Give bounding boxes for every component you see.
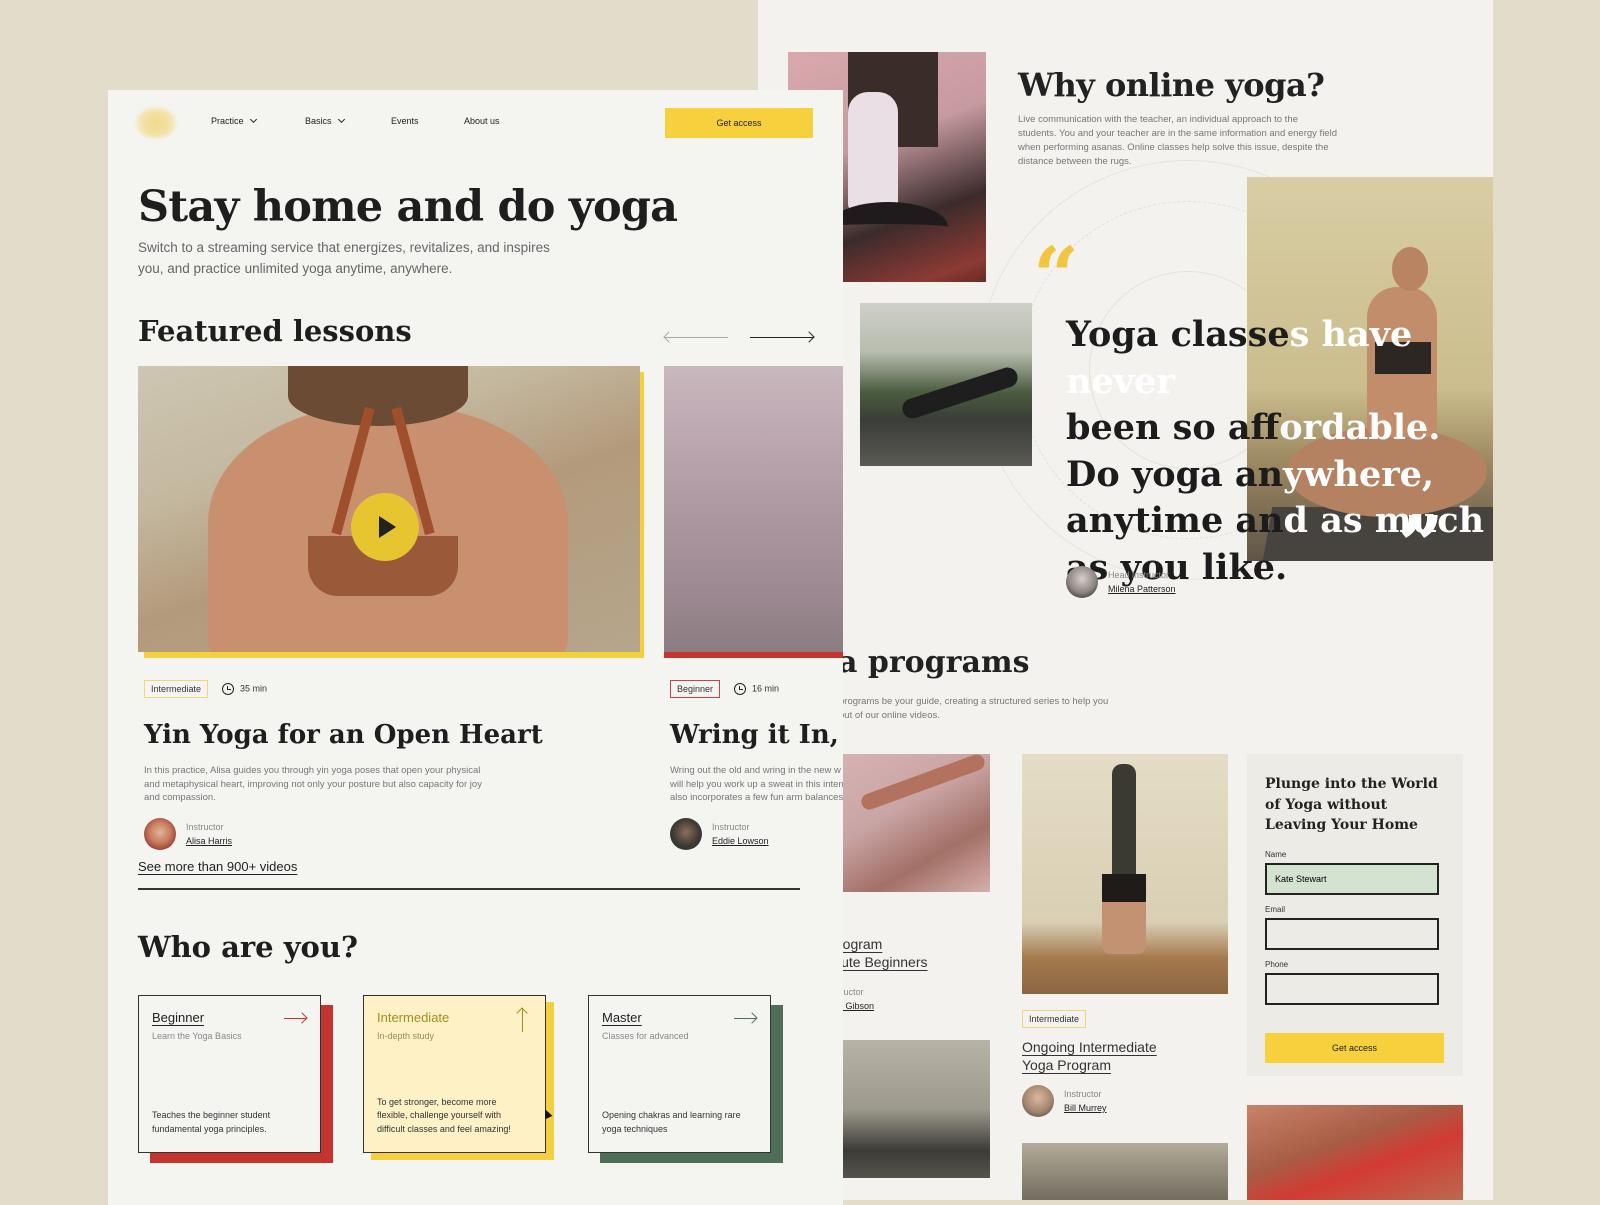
program-photo[interactable] [838,1040,990,1178]
program-photo[interactable] [1247,1105,1463,1200]
name-label: Name [1265,849,1287,859]
program-photo[interactable] [1022,1143,1228,1200]
arrow-right-icon [284,1012,308,1024]
avatar [1066,566,1098,598]
level-card-beginner[interactable]: Beginner Learn the Yoga Basics Teaches t… [138,995,321,1153]
quote-line: been so affordable. [1066,407,1441,448]
lesson-video-thumbnail[interactable] [664,366,843,652]
nav-label: About us [464,116,500,126]
duration: 35 min [222,683,267,695]
arrow-left-icon [663,331,675,343]
programs-title: a programs [838,645,1030,680]
why-online-yoga-title: Why online yoga? [1018,66,1325,104]
lesson-meta: Beginner 16 min [670,680,779,698]
nav-about-us[interactable]: About us [464,116,500,126]
instructor-label: Instructor [1064,1089,1102,1099]
carousel-prev-button[interactable] [663,331,728,344]
get-access-button[interactable]: Get access [665,108,813,138]
quote-line: Yoga classes have never [1066,314,1413,402]
hero-subtitle: Switch to a streaming service that energ… [138,240,550,276]
avatar [1022,1085,1054,1117]
instructor-link[interactable]: Alisa Harris [186,834,232,848]
level-badge: Intermediate [144,680,209,698]
signup-form: Plunge into the World of Yoga without Le… [1247,754,1463,1076]
lesson-title[interactable]: Yin Yoga for an Open Heart [144,720,543,750]
instructor-link[interactable]: Eddie Lowson [712,834,769,848]
form-title: Plunge into the World of Yoga without Le… [1265,776,1438,833]
lesson-video-thumbnail[interactable] [138,366,640,652]
program-link[interactable]: rogram lute Beginners [838,935,928,971]
program-link[interactable]: Ongoing Intermediate Yoga Program [1022,1038,1157,1074]
hero-title: Stay home and do yoga [138,182,678,232]
program-instructor: Instructor Bill Murrey [1022,1085,1107,1117]
lesson-title[interactable]: Wring it In, Wr [670,720,843,750]
lesson-meta: Intermediate 35 min [144,680,267,698]
nav-events[interactable]: Events [391,116,464,126]
who-are-you-title: Who are you? [138,930,358,964]
nav-basics[interactable]: Basics [305,115,391,126]
card-subtitle: Learn the Yoga Basics [152,1031,242,1041]
card-subtitle: In-depth study [377,1031,435,1041]
programs-text: programs be your guide, creating a struc… [839,696,1109,721]
quote-close-icon: ” [1398,498,1445,592]
instructor-link[interactable]: n Gibson [838,999,874,1013]
instructor-link[interactable]: Bill Murrey [1064,1101,1107,1115]
avatar [670,818,702,850]
featured-lessons-title: Featured lessons [138,314,412,348]
nav-label: Basics [305,116,332,126]
carousel-next-button[interactable] [750,331,815,344]
instructor-link[interactable]: Milena Patterson [1108,582,1176,596]
nav-practice[interactable]: Practice [211,115,305,126]
see-more-videos-link[interactable]: See more than 900+ videos [138,859,297,874]
why-online-yoga-text: Live communication with the teacher, an … [1018,114,1337,167]
instructor-label: tructor [838,987,864,997]
play-icon[interactable] [351,493,419,561]
instructor-label: Head instructor [1108,570,1170,580]
clock-icon [222,683,235,695]
quote-line: Do yoga anywhere, [1066,453,1435,495]
nav-label: Practice [211,116,244,126]
program-photo[interactable] [838,754,990,892]
front-page: Practice Basics Events About us Get acce… [108,90,843,1205]
phone-label: Phone [1265,959,1289,969]
quote-open-icon: “ [1033,229,1080,323]
card-title: Intermediate [377,1010,450,1025]
name-field[interactable] [1265,862,1439,895]
form-get-access-button[interactable]: Get access [1265,1032,1444,1063]
lesson-description: In this practice, Alisa guides you throu… [144,765,482,803]
duration: 16 min [734,683,779,695]
instructor-label: Instructor [186,822,224,832]
headstand-photo[interactable] [1022,754,1228,994]
phone-field[interactable] [1265,972,1439,1005]
back-page: Why online yoga? Live communication with… [758,0,1493,1200]
arrow-right-icon [734,1012,758,1024]
lesson-description: Wring out the old and wring in the new w… [670,765,843,803]
level-badge: Intermediate [1022,1010,1087,1028]
section-divider [138,888,800,890]
card-description: To get stronger, become more flexible, c… [377,1096,511,1134]
program-instructor: tructor n Gibson [838,985,874,1013]
card-description: Opening chakras and learning rare yoga t… [602,1110,741,1134]
card-subtitle: Classes for advanced [602,1031,689,1041]
head-instructor: Head instructor Milena Patterson [1066,566,1176,598]
instructor-label: Instructor [712,822,750,832]
email-field[interactable] [1265,917,1439,950]
nav-label: Events [391,116,419,126]
email-label: Email [1265,904,1286,914]
plank-pose-photo [860,303,1032,466]
level-card-intermediate[interactable]: Intermediate In-depth study To get stron… [363,995,546,1153]
level-card-master[interactable]: Master Classes for advanced Opening chak… [588,995,771,1153]
logo-icon[interactable] [136,108,176,138]
lesson-instructor: Instructor Eddie Lowson [670,818,769,850]
avatar [144,818,176,850]
level-badge: Beginner [670,680,721,698]
arrow-right-icon [803,331,815,343]
card-description: Teaches the beginner student fundamental… [152,1110,271,1134]
chevron-down-icon [337,115,345,124]
clock-icon [734,683,747,695]
lesson-instructor: Instructor Alisa Harris [144,818,232,850]
main-nav: Practice Basics Events About us [211,115,500,126]
chevron-down-icon [249,115,257,124]
arrow-up-icon [516,1007,528,1032]
